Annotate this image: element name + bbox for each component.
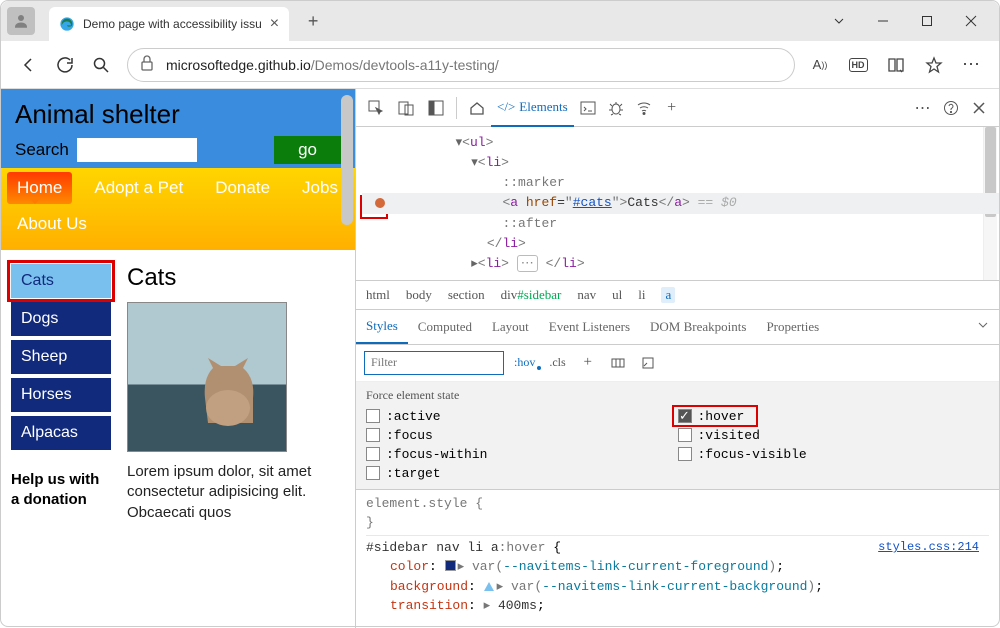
sidebar-item-alpacas[interactable]: Alpacas (11, 416, 111, 450)
lorem-text: Lorem ipsum dolor, sit amet consectetur … (127, 462, 345, 523)
profile-icon[interactable] (7, 7, 35, 35)
styles-filter-row: :hov .cls + (356, 345, 999, 382)
plus-icon[interactable]: + (658, 94, 686, 122)
state-hover[interactable]: ✓:hover (678, 409, 990, 424)
computed-icon[interactable] (636, 351, 660, 375)
styles-tabbar: Styles Computed Layout Event Listeners D… (356, 310, 999, 345)
color-swatch[interactable] (484, 582, 494, 591)
read-aloud-icon[interactable]: A)) (803, 48, 837, 82)
sidebar-item-dogs[interactable]: Dogs (11, 302, 111, 336)
state-focus[interactable]: :focus (366, 428, 678, 443)
state-focus-visible[interactable]: :focus-visible (678, 447, 990, 462)
maximize-icon[interactable] (905, 6, 949, 36)
more-icon[interactable]: ⋯ (909, 94, 937, 122)
state-active[interactable]: :active (366, 409, 678, 424)
state-target[interactable]: :target (366, 466, 678, 481)
favorite-icon[interactable] (917, 48, 951, 82)
search-input[interactable] (77, 138, 197, 162)
edge-icon (59, 16, 75, 32)
breadcrumb[interactable]: html body section div#sidebar nav ul li … (356, 280, 999, 310)
close-icon[interactable]: × (270, 15, 279, 33)
bug-icon[interactable] (602, 94, 630, 122)
browser-tab[interactable]: Demo page with accessibility issu × (49, 7, 289, 41)
welcome-icon[interactable] (463, 94, 491, 122)
address-bar[interactable]: microsoftedge.github.io/Demos/devtools-a… (127, 48, 795, 82)
new-tab-button[interactable]: + (299, 7, 327, 35)
minimize-icon[interactable] (861, 6, 905, 36)
devtools-panel: </>Elements + ⋯ ▾<ul> ▾<li> ::marker (355, 89, 999, 628)
primary-nav: Home Adopt a Pet Donate Jobs About Us (1, 168, 355, 250)
window-titlebar: Demo page with accessibility issu × + (1, 1, 999, 41)
tab-properties[interactable]: Properties (756, 311, 829, 343)
tab-layout[interactable]: Layout (482, 311, 539, 343)
chevron-down-icon[interactable] (967, 319, 999, 335)
source-link[interactable]: styles.css:214 (878, 538, 979, 556)
new-rule-button[interactable]: + (576, 351, 600, 375)
tab-listeners[interactable]: Event Listeners (539, 311, 640, 343)
sidebar-item-horses[interactable]: Horses (11, 378, 111, 412)
inspect-icon[interactable] (362, 94, 390, 122)
css-rules[interactable]: element.style { } styles.css:214 #sideba… (356, 490, 999, 616)
tab-dom-breakpoints[interactable]: DOM Breakpoints (640, 311, 756, 343)
page-title: Animal shelter (15, 99, 341, 130)
help-icon[interactable] (937, 94, 965, 122)
chevron-down-icon[interactable] (817, 6, 861, 36)
page-scrollbar[interactable] (341, 95, 353, 225)
window-close-icon[interactable] (949, 6, 993, 36)
search-label: Search (15, 140, 69, 160)
filter-input[interactable] (364, 351, 504, 375)
flexbox-icon[interactable] (606, 351, 630, 375)
tab-computed[interactable]: Computed (408, 311, 482, 343)
dock-icon[interactable] (422, 94, 450, 122)
nav-donate[interactable]: Donate (205, 172, 280, 204)
more-icon[interactable]: ⋯ (955, 48, 989, 82)
lock-icon (140, 55, 154, 74)
go-button[interactable]: go (274, 136, 341, 164)
cls-toggle[interactable]: .cls (545, 353, 569, 372)
tab-styles[interactable]: Styles (356, 310, 408, 344)
state-focus-within[interactable]: :focus-within (366, 447, 678, 462)
devtools-header: </>Elements + ⋯ (356, 89, 999, 127)
cat-image (127, 302, 287, 452)
reader-icon[interactable] (879, 48, 913, 82)
tab-elements[interactable]: </>Elements (491, 89, 574, 127)
color-swatch[interactable] (445, 560, 456, 571)
network-icon[interactable] (630, 94, 658, 122)
dom-tree[interactable]: ▾<ul> ▾<li> ::marker <a href="#cats">Cat… (356, 127, 999, 280)
device-icon[interactable] (392, 94, 420, 122)
hd-icon[interactable]: HD (841, 48, 875, 82)
refresh-button[interactable] (47, 47, 83, 83)
nav-jobs[interactable]: Jobs (292, 172, 348, 204)
search-icon[interactable] (83, 47, 119, 83)
console-icon[interactable] (574, 94, 602, 122)
nav-adopt[interactable]: Adopt a Pet (84, 172, 193, 204)
tab-title: Demo page with accessibility issu (83, 17, 262, 31)
url-text: microsoftedge.github.io/Demos/devtools-a… (166, 57, 499, 73)
sidebar-item-cats[interactable]: Cats (11, 264, 111, 298)
donation-callout: Help us with a donation (11, 470, 111, 509)
state-indicator-dot (375, 198, 385, 208)
browser-toolbar: microsoftedge.github.io/Demos/devtools-a… (1, 41, 999, 89)
nav-about[interactable]: About Us (7, 208, 97, 240)
page-viewport: Animal shelter Search go Home Adopt a Pe… (1, 89, 355, 628)
nav-home[interactable]: Home (7, 172, 72, 204)
sidebar-item-sheep[interactable]: Sheep (11, 340, 111, 374)
back-button[interactable] (11, 47, 47, 83)
state-visited[interactable]: :visited (678, 428, 990, 443)
content-heading: Cats (127, 264, 345, 292)
hov-toggle[interactable]: :hov (510, 353, 539, 372)
sidebar: Cats Dogs Sheep Horses Alpacas Help us w… (11, 264, 111, 523)
annotation-highlight (672, 405, 758, 427)
force-element-state: Force element state :active ✓:hover :foc… (356, 382, 999, 490)
close-icon[interactable] (965, 94, 993, 122)
